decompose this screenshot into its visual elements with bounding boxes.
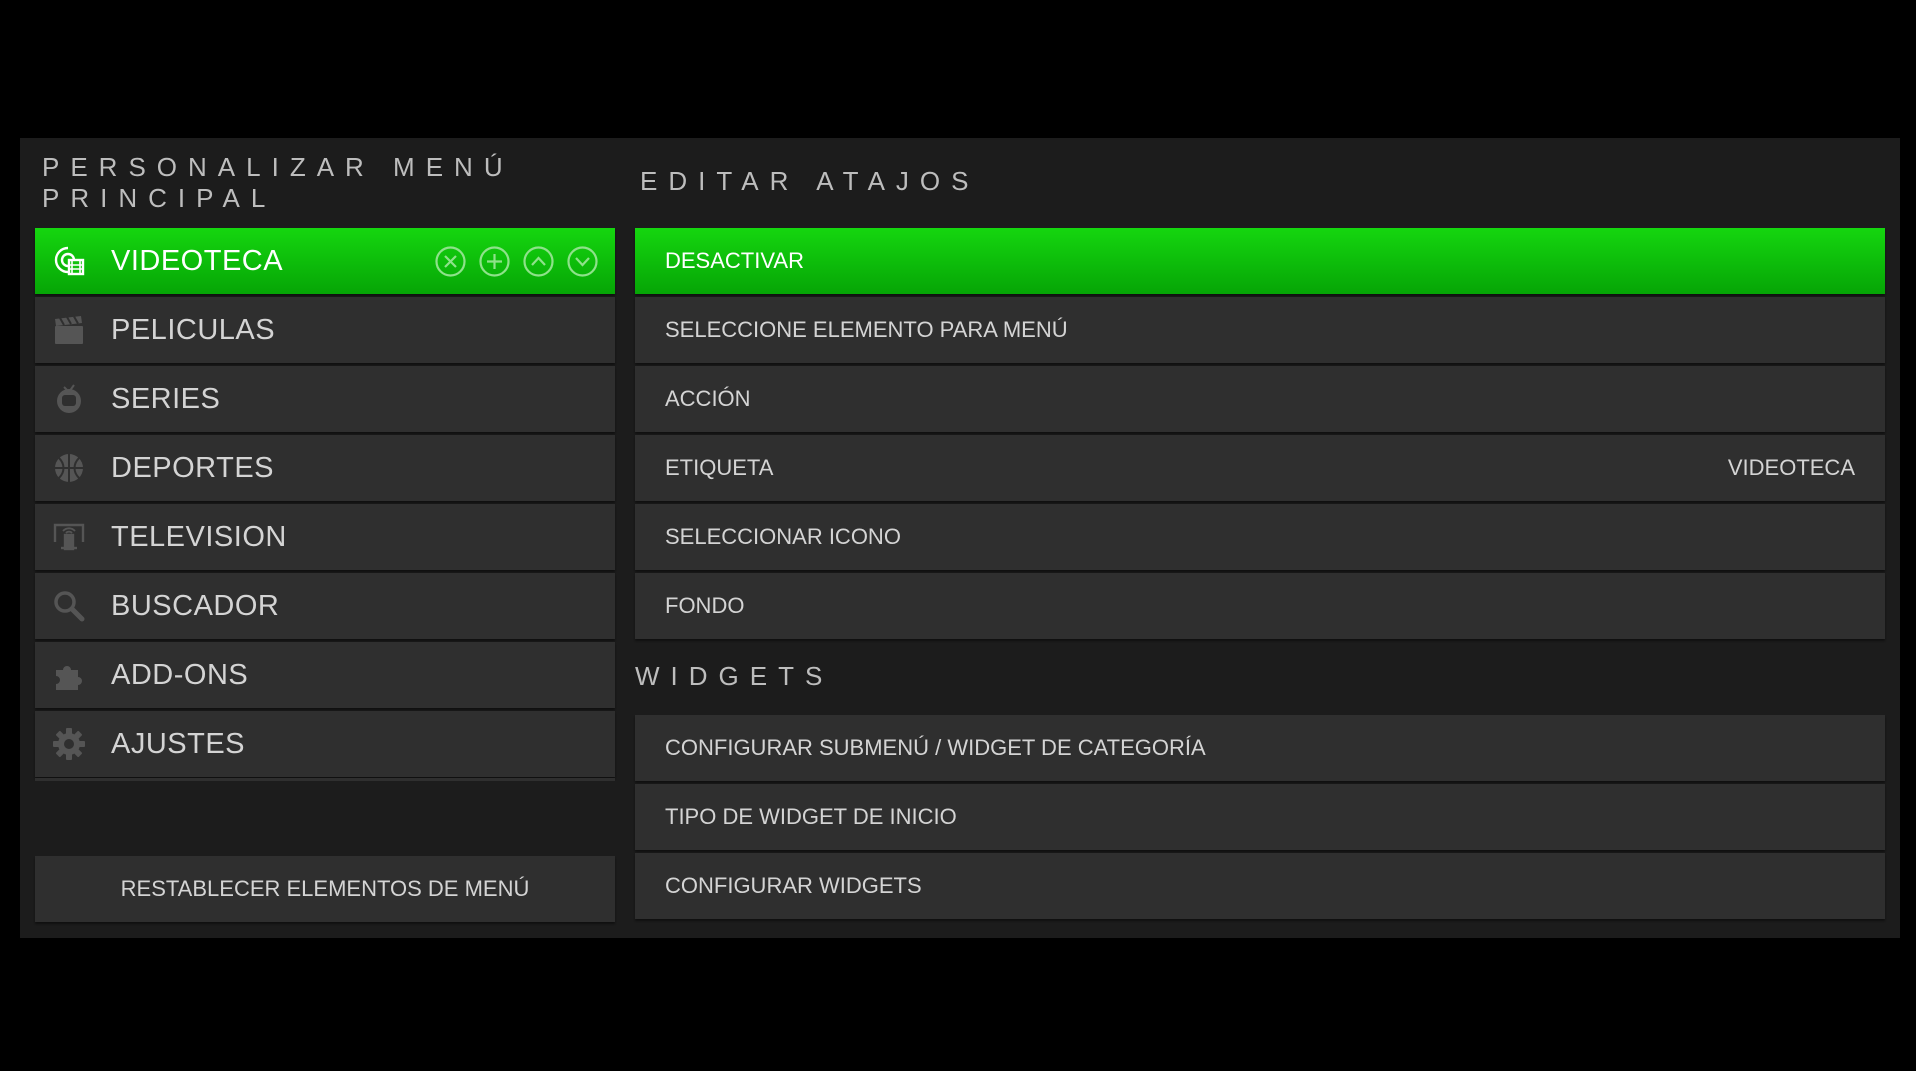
widgets-title: WIDGETS (635, 661, 834, 691)
menu-item-videoteca[interactable]: VIDEOTECA (35, 228, 615, 294)
menu-item-ajustes[interactable]: AJUSTES (35, 711, 615, 777)
option-label: DESACTIVAR (665, 248, 804, 273)
clapperboard-icon (51, 312, 87, 348)
main-menu-title: PERSONALIZAR MENÚ PRINCIPAL (42, 152, 514, 213)
remove-icon[interactable] (434, 245, 467, 278)
main-menu-list: VIDEOTECA PELICULAS SERIES DEPORTES TELE… (35, 228, 615, 780)
puzzle-icon (51, 657, 87, 693)
menu-item-television[interactable]: TELEVISION (35, 504, 615, 570)
option-label: FONDO (665, 593, 745, 618)
option-label: TIPO DE WIDGET DE INICIO (665, 804, 957, 829)
select-icon-option[interactable]: SELECCIONAR ICONO (635, 504, 1885, 570)
move-down-icon[interactable] (566, 245, 599, 278)
reset-menu-button[interactable]: RESTABLECER ELEMENTOS DE MENÚ (35, 856, 615, 922)
menu-item-label: AJUSTES (111, 727, 246, 760)
menu-item-label: SERIES (111, 382, 221, 415)
background-option[interactable]: FONDO (635, 573, 1885, 639)
menu-item-label: DEPORTES (111, 451, 275, 484)
disable-option[interactable]: DESACTIVAR (635, 228, 1885, 294)
list-divider (35, 778, 615, 781)
menu-item-peliculas[interactable]: PELICULAS (35, 297, 615, 363)
gear-icon (51, 726, 87, 762)
menu-item-label: PELICULAS (111, 313, 276, 346)
customize-dialog: PERSONALIZAR MENÚ PRINCIPAL EDITAR ATAJO… (20, 138, 1900, 938)
live-tv-icon (51, 519, 87, 555)
edit-shortcuts-title: EDITAR ATAJOS (640, 166, 980, 196)
option-label: ETIQUETA (665, 455, 774, 480)
option-label: SELECCIONAR ICONO (665, 524, 901, 549)
widget-options-list: CONFIGURAR SUBMENÚ / WIDGET DE CATEGORÍA… (635, 715, 1885, 922)
option-label: ACCIÓN (665, 386, 751, 411)
item-actions (434, 245, 599, 278)
home-widget-type-option[interactable]: TIPO DE WIDGET DE INICIO (635, 784, 1885, 850)
option-label: CONFIGURAR WIDGETS (665, 873, 922, 898)
menu-item-label: TELEVISION (111, 520, 287, 553)
menu-item-series[interactable]: SERIES (35, 366, 615, 432)
menu-item-label: VIDEOTECA (111, 244, 284, 277)
option-value: VIDEOTECA (1727, 455, 1855, 480)
shortcut-options-list: DESACTIVAR SELECCIONE ELEMENTO PARA MENÚ… (635, 228, 1885, 642)
menu-item-deportes[interactable]: DEPORTES (35, 435, 615, 501)
add-icon[interactable] (478, 245, 511, 278)
submenu-widget-option[interactable]: CONFIGURAR SUBMENÚ / WIDGET DE CATEGORÍA (635, 715, 1885, 781)
basketball-icon (51, 450, 87, 486)
tv-icon (51, 381, 87, 417)
menu-item-buscador[interactable]: BUSCADOR (35, 573, 615, 639)
menu-item-label: BUSCADOR (111, 589, 280, 622)
move-up-icon[interactable] (522, 245, 555, 278)
configure-widgets-option[interactable]: CONFIGURAR WIDGETS (635, 853, 1885, 919)
option-label: CONFIGURAR SUBMENÚ / WIDGET DE CATEGORÍA (665, 735, 1206, 760)
option-label: SELECCIONE ELEMENTO PARA MENÚ (665, 317, 1068, 342)
select-item-option[interactable]: SELECCIONE ELEMENTO PARA MENÚ (635, 297, 1885, 363)
search-icon (51, 588, 87, 624)
action-option[interactable]: ACCIÓN (635, 366, 1885, 432)
menu-item-label: ADD-ONS (111, 658, 249, 691)
menu-item-add-ons[interactable]: ADD-ONS (35, 642, 615, 708)
video-library-icon (51, 243, 87, 279)
label-option[interactable]: ETIQUETA VIDEOTECA (635, 435, 1885, 501)
